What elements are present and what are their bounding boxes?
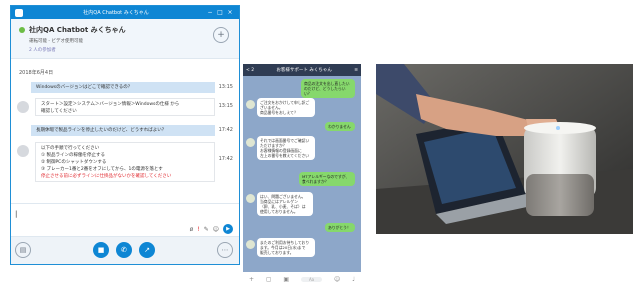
message-input[interactable]: Aa	[300, 276, 323, 282]
warning-line: 停止させる前に必ずラインに仕掛品がないかを確認してください	[41, 174, 172, 179]
message-time: 17:42	[218, 127, 233, 133]
camera-icon[interactable]: ▢	[266, 276, 272, 283]
contact-status: 運転可能 - ビデオ使用可能	[29, 39, 83, 44]
message-line: 使用しておりません。	[260, 209, 298, 214]
message-line: 販売しております。	[260, 250, 294, 255]
microphone-icon[interactable]: ♩	[352, 276, 355, 283]
user-message: わかりません	[325, 122, 355, 131]
participants-link[interactable]: 2 人の参加者	[29, 47, 233, 53]
speaker-light	[556, 126, 560, 130]
attach-icon[interactable]: ø	[190, 226, 194, 233]
message-time: 17:42	[218, 156, 233, 162]
important-icon[interactable]: !	[197, 226, 199, 233]
line-chat-title: お客様サポート みくちゃん	[276, 68, 332, 73]
video-call-button[interactable]: ■	[93, 242, 109, 258]
message-line: わかりません	[328, 124, 351, 129]
user-message: 商品の注文を出し直したいのだけど、どうしたらいい？	[301, 79, 355, 98]
close-button[interactable]: ×	[225, 9, 235, 16]
user-message: ありがとう！	[325, 223, 355, 232]
message-line: スタート＞設定＞システム＞バージョン情報＞Windowsの仕様 から	[41, 102, 180, 107]
message-time: 13:15	[218, 84, 233, 90]
line-header: < 2 お客様サポート みくちゃん ≡	[243, 64, 361, 76]
skype-chat-window: 社内QA Chatbot みくちゃん − □ × 社内QA Chatbot みく…	[10, 5, 240, 265]
message-line: 食べれますか？	[302, 179, 329, 184]
bot-message: またのご利用お待ちしております。今月は20日(水)まで 販売しております。	[257, 238, 315, 257]
compose-toolbar: ø ! ✎ ☺ ▶	[190, 224, 233, 234]
bot-avatar	[17, 145, 29, 157]
outgoing-message: 長期休暇で製品ラインを停止したいのだけど、どうすればよい？	[31, 125, 215, 136]
smart-speaker-photo	[376, 64, 633, 234]
incoming-message: 以下の手順で行ってください ① 製品ラインの稼働を停止する ② 制御PCのシャッ…	[35, 142, 215, 182]
bot-message: ご注文をおかけして申し訳ございません。 商品番号をおしえて？	[257, 98, 315, 117]
bot-avatar	[17, 101, 29, 113]
user-message: MTアレルギーなのですが、 食べれますか？	[299, 172, 355, 186]
line-input-bar: + ▢ ▣ Aa ☺ ♩	[243, 272, 361, 286]
emoji-icon[interactable]: ☺	[334, 276, 340, 283]
contact-name-row: 社内QA Chatbot みくちゃん	[19, 25, 233, 35]
contact-name: 社内QA Chatbot みくちゃん	[29, 26, 126, 34]
message-line: 商品の注文を出し直したいのだけど、どうしたらいい？	[304, 81, 350, 96]
presence-available-icon	[19, 27, 25, 33]
call-controls-bar: ▤ ■ ✆ ↗ ⋯	[11, 236, 239, 264]
send-button[interactable]: ▶	[223, 224, 233, 234]
pen-icon[interactable]: ✎	[204, 226, 209, 233]
line-chat-phone: < 2 お客様サポート みくちゃん ≡ 商品の注文を出し直したいのだけど、どうし…	[243, 64, 361, 286]
message-compose-area[interactable]: | ø ! ✎ ☺ ▶	[11, 203, 239, 237]
share-screen-button[interactable]: ↗	[139, 242, 155, 258]
image-icon[interactable]: ▣	[283, 276, 289, 283]
bot-avatar	[246, 100, 255, 109]
message-line: ご注文をおかけして申し訳ございません。	[260, 100, 310, 110]
message-line: 左上の番号を教えてください	[260, 153, 310, 158]
outgoing-message: Windowsのバージョンはどこで確認できるの？	[31, 82, 215, 93]
window-title: 社内QA Chatbot みくちゃん	[83, 10, 149, 16]
incoming-message: スタート＞設定＞システム＞バージョン情報＞Windowsの仕様 から 確認してく…	[35, 98, 215, 116]
bot-message: はい、問題ございません。 当商品にはアレルゲン （卵、乳、小麦、そば）は 使用し…	[257, 192, 313, 216]
message-line: 商品番号をおしえて？	[260, 110, 298, 115]
emoji-icon[interactable]: ☺	[213, 226, 219, 233]
message-line: ① 製品ラインの稼働を停止する	[41, 153, 105, 158]
photo-illustration	[376, 64, 633, 234]
bot-message: それでは画面番号でご確認いただけますか？ お客様情報の登録画面に 左上の番号を教…	[257, 136, 315, 160]
message-line: ② 制御PCのシャットダウンする	[41, 160, 107, 165]
message-line: 確認してください	[41, 109, 77, 114]
message-line: それでは画面番号でご確認いただけますか？	[260, 138, 310, 148]
message-time: 13:15	[218, 103, 233, 109]
speaker-base	[526, 174, 594, 216]
app-logo-icon	[15, 8, 23, 17]
bot-avatar	[246, 138, 255, 147]
add-participant-button[interactable]: +	[213, 27, 229, 43]
audio-call-button[interactable]: ✆	[116, 242, 132, 258]
conversation-date: 2018年6月4日	[19, 70, 54, 76]
conversation-list-button[interactable]: ▤	[15, 242, 31, 258]
window-titlebar: 社内QA Chatbot みくちゃん − □ ×	[11, 6, 239, 19]
text-caret: |	[15, 210, 18, 218]
more-options-button[interactable]: ⋯	[217, 242, 233, 258]
bot-avatar	[246, 194, 255, 203]
back-button[interactable]: < 2	[246, 68, 254, 73]
message-line: ありがとう！	[328, 225, 351, 230]
message-line: またのご利用お待ちしております。今月は20日(水)まで	[260, 240, 310, 250]
menu-icon[interactable]: ≡	[354, 68, 358, 73]
bot-avatar	[246, 240, 255, 249]
plus-icon[interactable]: +	[249, 276, 254, 283]
conversation-header: 社内QA Chatbot みくちゃん 運転可能 - ビデオ使用可能 2 人の参加…	[11, 19, 239, 59]
minimize-button[interactable]: −	[205, 9, 215, 16]
maximize-button[interactable]: □	[215, 9, 225, 16]
message-line: ③ ブレーカー1番と2番をオフにしてから、1の電源を落とす	[41, 167, 163, 172]
message-line: 以下の手順で行ってください	[41, 146, 100, 151]
